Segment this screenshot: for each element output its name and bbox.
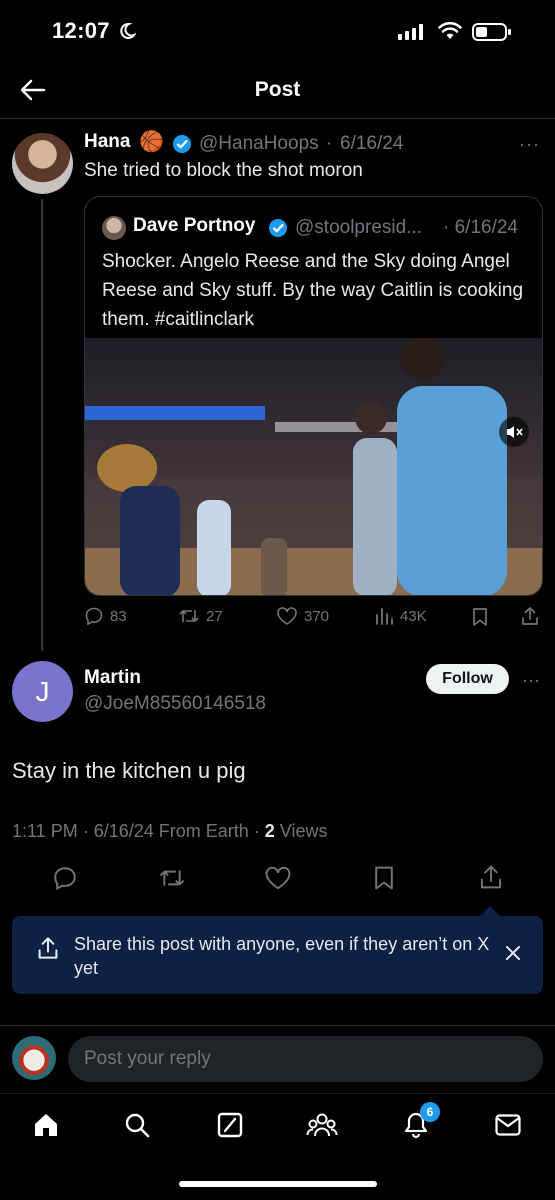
basketball-emoji: 🏀 [139, 131, 164, 153]
avatar [102, 216, 126, 240]
tooltip-text: Share this post with anyone, even if the… [74, 934, 490, 978]
post-text: Stay in the kitchen u pig [12, 758, 246, 783]
author-name: Dave Portnoy [133, 215, 256, 236]
tooltip-arrow [480, 906, 500, 916]
avatar[interactable] [12, 133, 73, 194]
thread-connector-line [41, 199, 43, 651]
search-icon[interactable] [123, 1111, 151, 1139]
mute-button[interactable] [499, 417, 529, 447]
author-handle: @stoolpresid... [295, 217, 423, 238]
avatar[interactable] [12, 1036, 56, 1080]
author-name[interactable]: Hana [84, 131, 130, 153]
like-action[interactable]: 370 [276, 606, 329, 626]
views-chart-icon [376, 608, 393, 625]
reply-input[interactable] [68, 1036, 543, 1082]
avatar-letter: J [35, 675, 50, 707]
separator-dot: · [326, 133, 333, 154]
close-icon[interactable] [504, 944, 522, 962]
quoted-post-text: Shocker. Angelo Reese and the Sky doing … [102, 251, 524, 330]
divider [0, 1025, 555, 1026]
home-icon[interactable] [32, 1111, 60, 1139]
bookmark-icon[interactable] [372, 865, 396, 891]
repost-icon [179, 610, 199, 622]
grok-icon[interactable] [216, 1111, 244, 1139]
post-timestamp: 1:11 PM · 6/16/24 From Earth · [12, 821, 265, 841]
reply-count: 83 [110, 607, 127, 625]
wifi-icon [438, 22, 462, 40]
post-metadata: 1:11 PM · 6/16/24 From Earth · 2 Views [12, 821, 327, 842]
repost-count: 27 [206, 607, 223, 625]
verified-badge-icon [268, 218, 288, 238]
reply-action[interactable]: 83 [84, 606, 127, 626]
repost-action[interactable]: 27 [178, 606, 223, 626]
video-thumbnail[interactable] [85, 338, 542, 595]
share-icon [36, 936, 60, 960]
reply-icon [85, 607, 103, 626]
mail-icon[interactable] [494, 1112, 522, 1138]
post-date: 6/16/24 [340, 133, 404, 154]
views-label: Views [274, 821, 328, 841]
repost-icon[interactable] [158, 865, 186, 891]
page-title: Post [254, 78, 301, 101]
view-count: 43K [400, 607, 427, 625]
cellular-signal-icon [398, 24, 424, 40]
author-handle[interactable]: @HanaHoops [199, 133, 319, 155]
bookmark-icon[interactable] [471, 607, 489, 627]
share-icon[interactable] [478, 864, 504, 890]
post-text: She tried to block the shot moron [84, 160, 363, 181]
views-action[interactable]: 43K [374, 606, 427, 626]
like-count: 370 [304, 607, 330, 625]
status-time: 12:07 [52, 18, 110, 43]
heart-icon [277, 607, 297, 625]
share-tooltip: Share this post with anyone, even if the… [12, 916, 543, 994]
follow-button[interactable]: Follow [426, 664, 509, 694]
author-handle[interactable]: @JoeM85560146518 [84, 693, 266, 715]
home-indicator [179, 1181, 377, 1187]
notification-badge: 6 [420, 1102, 440, 1122]
reply-icon[interactable] [52, 865, 78, 891]
more-options-icon[interactable]: ··· [519, 134, 540, 155]
more-options-icon[interactable]: ··· [522, 670, 540, 691]
verified-badge-icon [172, 134, 192, 154]
header-divider [0, 118, 555, 119]
moon-icon [118, 22, 136, 40]
heart-icon[interactable] [264, 865, 292, 891]
avatar[interactable]: J [12, 661, 73, 722]
quoted-post-card[interactable]: Dave Portnoy @stoolpresid... · 6/16/24 S… [84, 196, 543, 596]
post-date: · 6/16/24 [443, 217, 518, 238]
divider [0, 1093, 555, 1094]
share-icon[interactable] [520, 606, 540, 626]
communities-icon[interactable] [306, 1111, 338, 1139]
views-count: 2 [264, 821, 275, 841]
author-name[interactable]: Martin [84, 667, 141, 689]
battery-icon [472, 22, 512, 42]
